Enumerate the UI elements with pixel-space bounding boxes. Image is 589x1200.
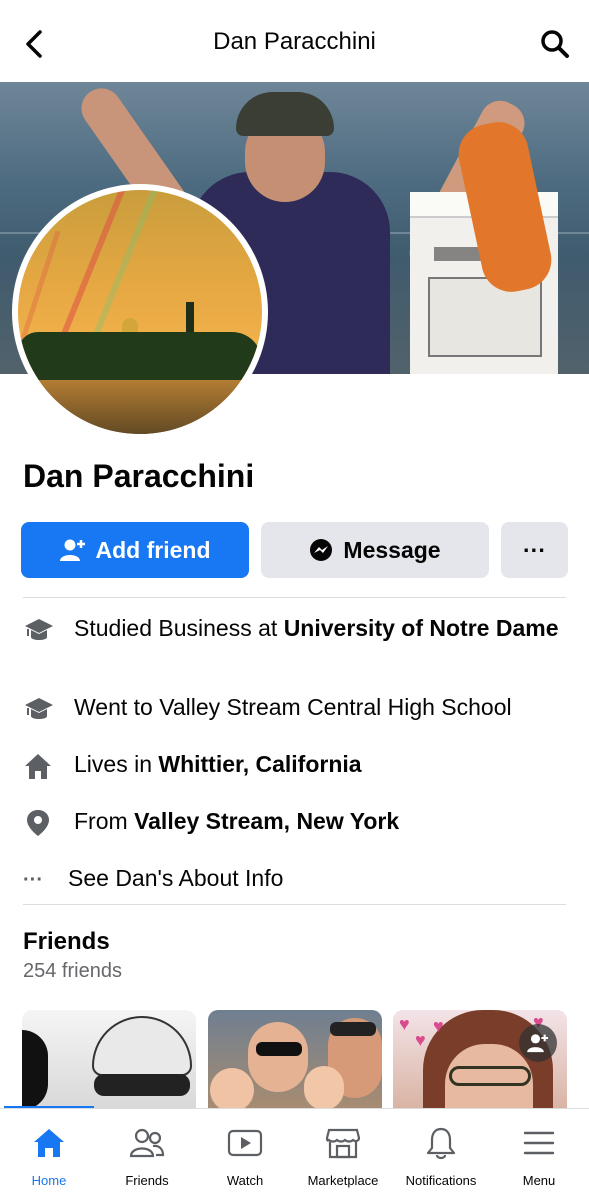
add-person-icon — [527, 1034, 548, 1053]
friend-thumbnail[interactable] — [22, 1010, 196, 1110]
bottom-tab-bar: Home Friends Watch Marketplace Notificat… — [0, 1108, 589, 1200]
graduation-cap-icon — [23, 614, 59, 646]
see-about-info-label[interactable]: See Dan's About Info — [68, 864, 283, 893]
graduation-cap-icon — [23, 693, 59, 725]
add-person-icon — [59, 539, 85, 561]
tab-marketplace-label: Marketplace — [307, 1173, 379, 1188]
tab-notifications[interactable]: Notifications — [392, 1123, 490, 1195]
education-prefix: Studied Business at — [74, 615, 284, 641]
education-school-link[interactable]: University of Notre Dame — [284, 615, 559, 641]
search-button[interactable] — [535, 24, 575, 64]
more-dots-icon: ··· — [523, 536, 546, 563]
intro-from: From Valley Stream, New York — [23, 807, 566, 839]
messenger-icon — [310, 539, 333, 561]
see-about-info-link[interactable]: ··· See Dan's About Info — [23, 864, 566, 896]
tab-friends-label: Friends — [125, 1173, 169, 1188]
from-place-link[interactable]: Valley Stream, New York — [134, 808, 399, 834]
friends-heading[interactable]: Friends — [23, 928, 110, 956]
home-icon — [29, 1123, 69, 1163]
from-prefix: From — [74, 808, 135, 834]
message-label: Message — [343, 536, 441, 563]
bell-icon — [421, 1123, 461, 1163]
profile-avatar[interactable] — [12, 184, 268, 440]
search-icon — [541, 30, 569, 58]
tab-friends[interactable]: Friends — [98, 1123, 196, 1195]
add-friend-label: Add friend — [95, 536, 211, 563]
top-bar: Dan Paracchini — [0, 0, 589, 82]
intro-education: Studied Business at University of Notre … — [23, 614, 566, 646]
friend-thumbnail[interactable] — [208, 1010, 382, 1110]
friend-thumbnail[interactable]: ♥ ♥ ♥ ♥ — [393, 1010, 567, 1110]
message-button[interactable]: Message — [261, 522, 489, 578]
tab-home-label: Home — [31, 1173, 67, 1188]
tab-menu[interactable]: Menu — [490, 1123, 588, 1195]
tab-home[interactable]: Home — [0, 1123, 98, 1195]
tab-marketplace[interactable]: Marketplace — [294, 1123, 392, 1195]
intro-lives: Lives in Whittier, California — [23, 750, 566, 782]
divider — [23, 597, 566, 598]
menu-icon — [519, 1123, 559, 1163]
profile-name: Dan Paracchini — [23, 458, 255, 494]
marketplace-icon — [323, 1123, 363, 1163]
friends-count: 254 friends — [23, 960, 122, 982]
tab-menu-label: Menu — [522, 1173, 556, 1188]
more-dots-icon: ··· — [23, 868, 43, 891]
add-friend-button[interactable]: Add friend — [21, 522, 249, 578]
high-school-text: Went to Valley Stream Central High Schoo… — [74, 694, 512, 720]
tab-notifications-label: Notifications — [405, 1173, 477, 1188]
intro-high-school: Went to Valley Stream Central High Schoo… — [23, 693, 566, 725]
lives-place-link[interactable]: Whittier, California — [158, 751, 361, 777]
friends-icon — [127, 1123, 167, 1163]
more-options-button[interactable]: ··· — [501, 522, 568, 578]
lives-prefix: Lives in — [74, 751, 159, 777]
page-title: Dan Paracchini — [213, 28, 376, 55]
divider — [23, 904, 566, 905]
location-pin-icon — [23, 807, 59, 839]
add-friend-chip[interactable] — [519, 1024, 557, 1062]
home-icon — [23, 750, 59, 782]
watch-icon — [225, 1123, 265, 1163]
tab-watch-label: Watch — [226, 1173, 264, 1188]
tab-watch[interactable]: Watch — [196, 1123, 294, 1195]
